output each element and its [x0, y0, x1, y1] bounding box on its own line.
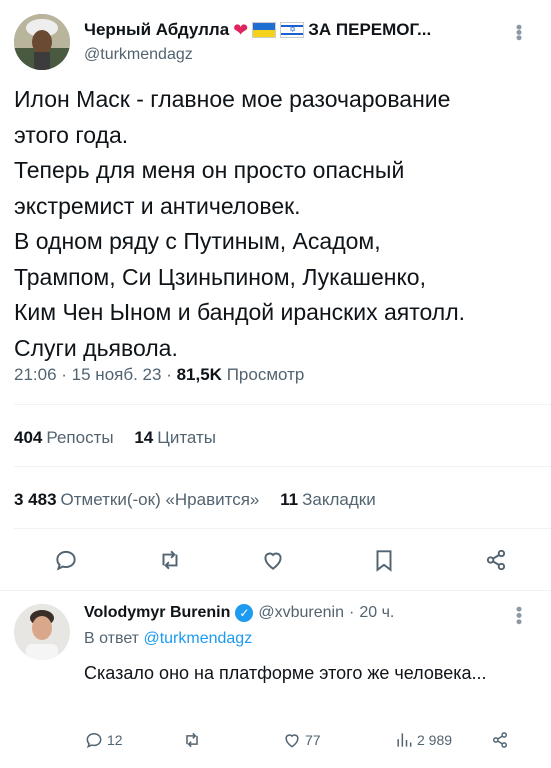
bookmarks-link[interactable]: 11 Закладки	[280, 490, 376, 509]
verified-icon: ✓	[235, 604, 254, 622]
share-icon	[493, 732, 507, 748]
likes-count: 3 483	[14, 490, 57, 509]
bookmarks-count: 11	[280, 490, 299, 509]
more-icon[interactable]: •••	[508, 606, 529, 625]
tweet-date[interactable]: 15 нояб. 23	[72, 365, 162, 384]
reply-views-button[interactable]: 2 989	[394, 730, 452, 750]
author-avatar[interactable]	[14, 14, 70, 70]
author-name[interactable]: Черный Абдулла	[84, 20, 229, 40]
reply-text: Сказало оно на платформе этого же челове…	[84, 663, 487, 683]
tweet-time[interactable]: 21:06	[14, 365, 57, 384]
reply-to-label: В ответ	[84, 630, 140, 647]
divider	[14, 528, 551, 529]
quotes-count: 14	[134, 428, 154, 447]
author-name-line[interactable]: Черный Абдулла ❤ ✡ ЗА ПЕРЕМОГ...	[84, 20, 431, 40]
share-icon[interactable]	[476, 540, 516, 580]
reposts-label: Репосты	[46, 428, 114, 447]
retweet-icon[interactable]	[150, 540, 190, 580]
tweet-meta: 21:06 · 15 нояб. 23 · 81,5K Просмотр	[14, 365, 304, 385]
views-icon	[397, 733, 412, 747]
meta-separator: ·	[166, 365, 177, 384]
reply-avatar[interactable]	[14, 604, 70, 660]
tweet-actions	[0, 540, 551, 580]
quotes-label: Цитаты	[157, 428, 217, 447]
reply-separator: ·	[349, 604, 355, 621]
views-label: Просмотр	[226, 365, 305, 384]
author-name-suffix[interactable]: ЗА ПЕРЕМОГ...	[308, 20, 431, 40]
reply-reply-button[interactable]: 12	[84, 730, 123, 750]
reply-to-mention[interactable]: @turkmendagz	[143, 630, 252, 647]
israel-flag-icon: ✡	[280, 22, 305, 38]
divider	[14, 466, 551, 467]
divider	[0, 590, 551, 591]
like-icon	[285, 734, 299, 748]
tweet-text: Илон Маск - главное мое разочарование эт…	[14, 86, 466, 361]
reply-retweet-button[interactable]	[182, 730, 202, 750]
reply-likes-count: 77	[305, 732, 321, 748]
reply-header: Volodymyr Burenin ✓ @xvburenin · 20 ч.	[84, 604, 394, 622]
bookmark-icon[interactable]	[364, 540, 404, 580]
more-icon[interactable]: •••	[508, 24, 529, 40]
quotes-link[interactable]: 14 Цитаты	[134, 428, 216, 447]
meta-separator: ·	[61, 365, 72, 384]
reposts-link[interactable]: 404 Репосты	[14, 428, 114, 447]
retweet-icon	[186, 732, 198, 748]
divider	[14, 404, 551, 405]
repost-stats: 404 Репосты 14 Цитаты	[14, 428, 216, 448]
reply-time[interactable]: 20 ч.	[359, 604, 394, 622]
reply-share-button[interactable]	[490, 730, 510, 750]
like-icon[interactable]	[253, 540, 293, 580]
likes-label: Отметки(-ок) «Нравится»	[60, 490, 260, 509]
reply-icon	[86, 732, 102, 749]
reposts-count: 404	[14, 428, 43, 447]
ukraine-flag-icon	[252, 22, 277, 38]
reply-replies-count: 12	[107, 732, 123, 748]
bookmarks-label: Закладки	[302, 490, 376, 509]
reply-author-handle[interactable]: @xvburenin	[258, 604, 344, 622]
author-handle[interactable]: @turkmendagz	[84, 46, 193, 64]
heart-icon: ❤	[233, 20, 249, 40]
reply-post[interactable]: Volodymyr Burenin ✓ @xvburenin · 20 ч. •…	[0, 592, 551, 768]
reply-author-name[interactable]: Volodymyr Burenin	[84, 604, 230, 622]
reply-to-line: В ответ @turkmendagz	[84, 630, 252, 648]
likes-link[interactable]: 3 483 Отметки(-ок) «Нравится»	[14, 490, 259, 509]
reply-icon[interactable]	[46, 540, 86, 580]
views-count: 81,5K	[176, 365, 222, 384]
reply-actions: 12 77 2 989	[84, 730, 524, 756]
reply-like-button[interactable]: 77	[282, 730, 321, 750]
reply-views-count: 2 989	[417, 732, 453, 748]
like-stats: 3 483 Отметки(-ок) «Нравится» 11 Закладки	[14, 490, 376, 510]
